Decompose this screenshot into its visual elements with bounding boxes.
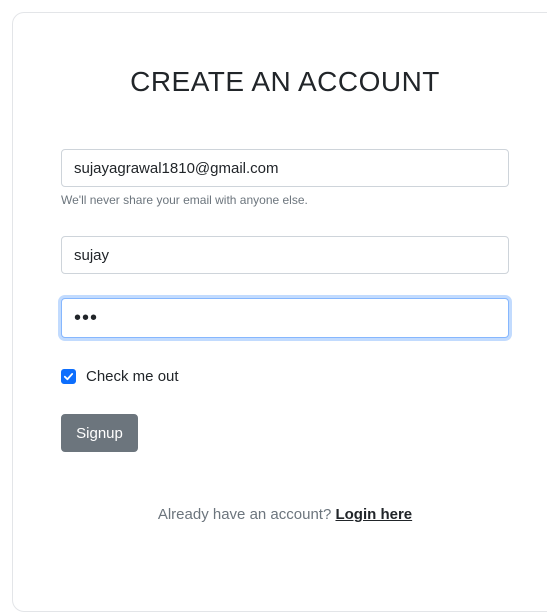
checkmark-icon	[63, 372, 74, 380]
login-link[interactable]: Login here	[335, 506, 412, 523]
signup-button[interactable]: Signup	[61, 414, 138, 452]
email-help-text: We'll never share your email with anyone…	[61, 193, 308, 207]
email-field[interactable]	[61, 149, 509, 187]
check-me-out-row[interactable]: Check me out	[61, 366, 179, 386]
name-field[interactable]	[61, 236, 509, 274]
password-field[interactable]	[61, 298, 509, 338]
login-prompt-text: Already have an account?	[157, 506, 336, 523]
page-title: CREATE AN ACCOUNT	[130, 66, 440, 97]
check-me-out-checkbox[interactable]	[61, 368, 76, 384]
login-prompt: Already have an account? Login here	[0, 506, 547, 523]
checkbox-label: Check me out	[86, 367, 179, 385]
